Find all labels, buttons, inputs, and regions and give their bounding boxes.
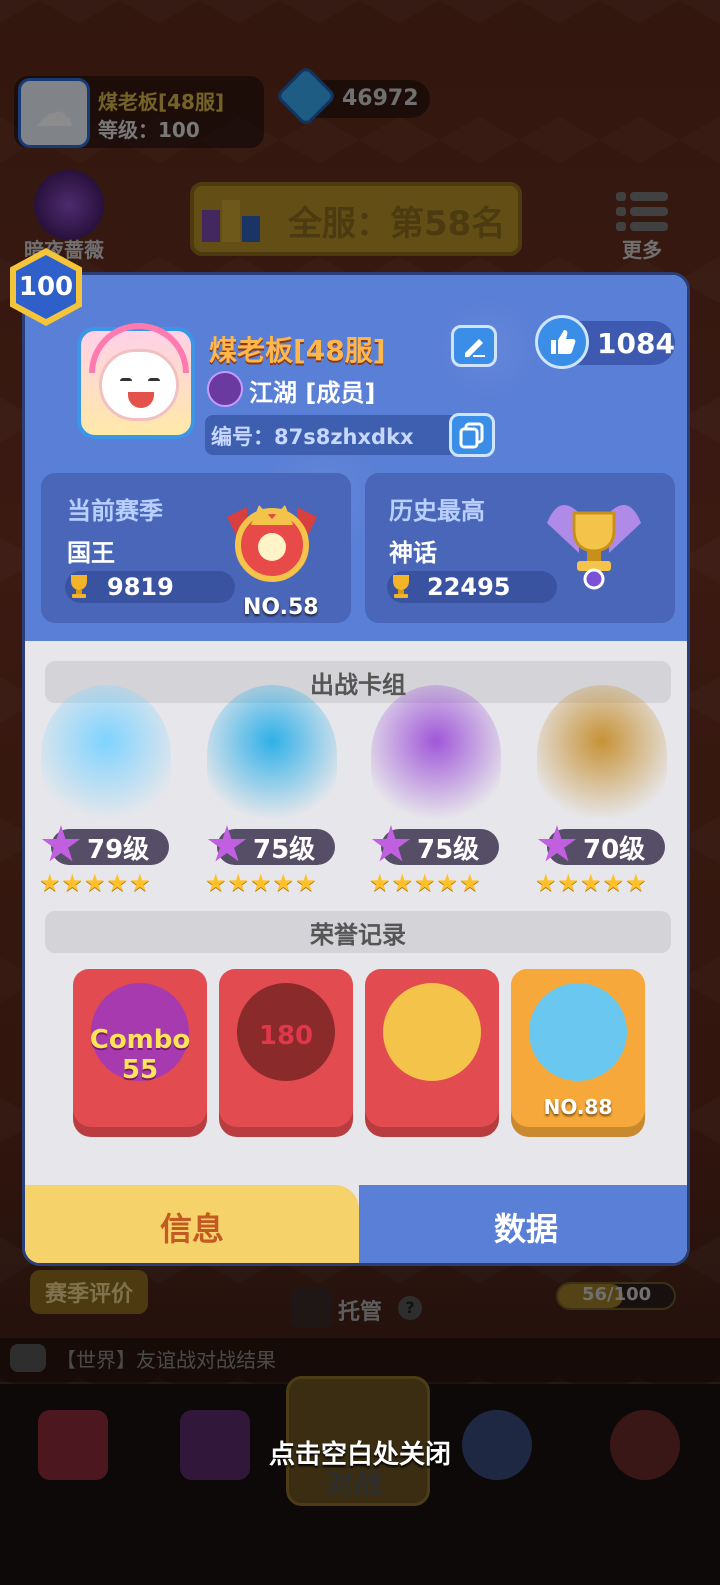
honor-days-badge[interactable]: 180 bbox=[219, 969, 353, 1137]
eye-right bbox=[148, 378, 160, 384]
player-avatar[interactable] bbox=[77, 323, 195, 439]
current-season-title: 当前赛季 bbox=[67, 497, 163, 525]
thumbs-up-glyph bbox=[551, 330, 576, 354]
current-rank-number: NO.58 bbox=[243, 595, 319, 620]
card-stars: ★★★★★ bbox=[39, 869, 152, 897]
honor-section-title: 荣誉记录 bbox=[45, 911, 671, 953]
card-level: 79级 bbox=[87, 835, 150, 865]
copy-icon bbox=[459, 422, 484, 449]
history-best-tier: 神话 bbox=[389, 539, 437, 567]
honor-guild-badge[interactable] bbox=[365, 969, 499, 1137]
card-art bbox=[41, 685, 171, 825]
current-season-tier: 国王 bbox=[67, 539, 115, 567]
edit-name-button[interactable] bbox=[451, 325, 497, 367]
card-stars: ★★★★★ bbox=[535, 869, 648, 897]
deck-card-1[interactable]: 79级 ★★★★★ bbox=[31, 671, 181, 901]
deck-card-2[interactable]: 75级 ★★★★★ bbox=[197, 671, 347, 901]
eye-left bbox=[120, 378, 132, 384]
card-stars: ★★★★★ bbox=[205, 869, 318, 897]
deck-card-3[interactable]: 75级 ★★★★★ bbox=[361, 671, 511, 901]
player-info-modal: 煤老板[48服] 江湖 [成员] 编号：87s8zhxdkx 1084 当前赛季… bbox=[22, 272, 690, 1266]
guild-shield-icon bbox=[383, 983, 481, 1081]
honor-rank-number: NO.88 bbox=[543, 1095, 613, 1119]
tab-info[interactable]: 信息 bbox=[25, 1185, 359, 1263]
days-count: 180 bbox=[258, 1021, 314, 1051]
player-name: 煤老板[48服] bbox=[209, 334, 386, 367]
copy-id-button[interactable] bbox=[449, 413, 495, 457]
mouth bbox=[128, 392, 154, 408]
tab-data[interactable]: 数据 bbox=[359, 1185, 687, 1263]
card-level: 75级 bbox=[253, 835, 316, 865]
card-level: 70级 bbox=[583, 835, 646, 865]
player-id: 编号：87s8zhxdkx bbox=[211, 425, 414, 449]
myth-rank-emblem-icon bbox=[547, 505, 641, 590]
deck-card-4[interactable]: 70级 ★★★★★ bbox=[527, 671, 677, 901]
pencil-icon bbox=[465, 339, 485, 357]
guild-name[interactable]: 江湖 [成员] bbox=[249, 373, 375, 408]
current-trophies: 9819 bbox=[107, 573, 174, 601]
card-art bbox=[207, 685, 337, 825]
king-rank-emblem-icon bbox=[227, 505, 317, 582]
trophy-icon bbox=[71, 575, 87, 598]
like-count: 1084 bbox=[597, 327, 675, 360]
card-art bbox=[537, 685, 667, 825]
combo-count: 55 bbox=[121, 1055, 159, 1085]
surfing-duck-icon bbox=[529, 983, 627, 1081]
card-art bbox=[371, 685, 501, 825]
card-stars: ★★★★★ bbox=[369, 869, 482, 897]
combo-label: Combo bbox=[89, 1025, 191, 1055]
card-level: 75级 bbox=[417, 835, 480, 865]
honor-combo-badge[interactable]: Combo 55 bbox=[73, 969, 207, 1137]
thumbs-up-icon[interactable] bbox=[535, 315, 589, 369]
honor-rank-badge[interactable]: NO.88 bbox=[511, 969, 645, 1137]
history-trophies: 22495 bbox=[427, 573, 511, 601]
guild-emblem-icon bbox=[207, 371, 243, 407]
close-hint: 点击空白处关闭 bbox=[268, 1440, 451, 1470]
cloud-face bbox=[99, 349, 179, 421]
history-best-title: 历史最高 bbox=[389, 497, 485, 525]
trophy-icon bbox=[393, 575, 409, 598]
